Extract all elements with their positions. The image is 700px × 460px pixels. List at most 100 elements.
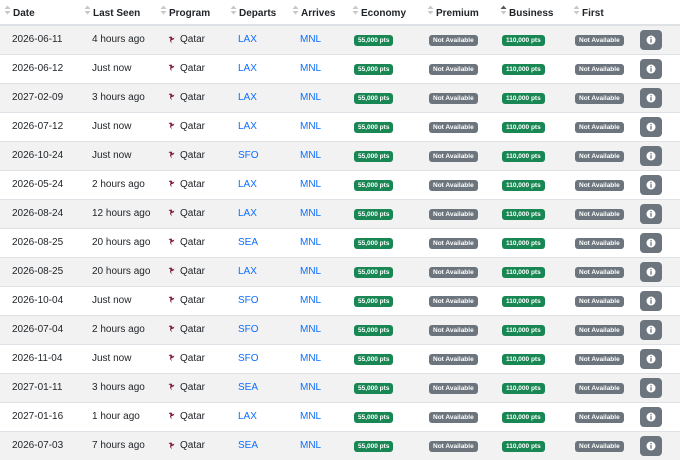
info-button[interactable]	[640, 145, 662, 166]
departs-cell: SFO	[226, 343, 288, 373]
table-row: 2026-08-24 12 hours ago Qatar LAX MNL 55…	[0, 198, 680, 228]
info-button[interactable]	[640, 116, 662, 137]
arrives-airport-link[interactable]: MNL	[300, 237, 321, 248]
premium-cell: Not Available	[423, 24, 496, 54]
business-cell: 110,000 pts	[496, 372, 569, 402]
info-button[interactable]	[640, 58, 662, 79]
departs-cell: LAX	[226, 24, 288, 54]
business-cell: 110,000 pts	[496, 314, 569, 344]
table-body: 2026-06-11 4 hours ago Qatar LAX MNL 55,…	[0, 24, 680, 460]
arrives-airport-link[interactable]: MNL	[300, 34, 321, 45]
column-header-departs[interactable]: Departs	[226, 0, 288, 26]
first-cell: Not Available	[569, 372, 640, 402]
column-header-label: Last Seen	[93, 7, 141, 19]
arrives-airport-link[interactable]: MNL	[300, 179, 321, 190]
program-cell: Qatar	[156, 53, 226, 83]
sort-icon	[292, 5, 299, 15]
sort-icon	[230, 5, 237, 15]
economy-badge: 55,000 pts	[354, 121, 394, 133]
date-cell: 2026-10-04	[0, 285, 80, 315]
last-seen-text: 3 hours ago	[92, 382, 145, 393]
info-button[interactable]	[640, 174, 662, 195]
premium-badge: Not Available	[429, 411, 478, 423]
business-badge: 110,000 pts	[502, 295, 545, 307]
premium-badge: Not Available	[429, 34, 478, 46]
info-button[interactable]	[640, 406, 662, 427]
column-header-business[interactable]: Business	[496, 0, 569, 26]
departs-airport-link[interactable]: SEA	[238, 382, 258, 393]
last-seen-cell: Just now	[80, 111, 156, 141]
first-badge: Not Available	[575, 34, 624, 46]
departs-airport-link[interactable]: LAX	[238, 92, 257, 103]
departs-airport-link[interactable]: SFO	[238, 324, 259, 335]
info-button[interactable]	[640, 319, 662, 340]
table-row: 2027-01-16 1 hour ago Qatar LAX MNL 55,0…	[0, 401, 680, 431]
date-cell: 2026-07-04	[0, 314, 80, 344]
info-button[interactable]	[640, 377, 662, 398]
departs-airport-link[interactable]: SFO	[238, 353, 259, 364]
departs-airport-link[interactable]: LAX	[238, 63, 257, 74]
actions-cell	[640, 169, 680, 199]
departs-airport-link[interactable]: LAX	[238, 411, 257, 422]
premium-cell: Not Available	[423, 343, 496, 373]
info-button[interactable]	[640, 348, 662, 369]
date-cell: 2027-02-09	[0, 82, 80, 112]
first-cell: Not Available	[569, 82, 640, 112]
column-header-first[interactable]: First	[569, 0, 640, 26]
departs-airport-link[interactable]: SEA	[238, 440, 258, 451]
arrives-airport-link[interactable]: MNL	[300, 324, 321, 335]
program-name: Qatar	[180, 208, 206, 219]
column-header-arrives[interactable]: Arrives	[288, 0, 348, 26]
program-cell: Qatar	[156, 314, 226, 344]
departs-airport-link[interactable]: LAX	[238, 266, 257, 277]
business-badge: 110,000 pts	[502, 440, 545, 452]
departs-cell: LAX	[226, 53, 288, 83]
date-cell: 2026-07-12	[0, 111, 80, 141]
arrives-airport-link[interactable]: MNL	[300, 150, 321, 161]
arrives-airport-link[interactable]: MNL	[300, 63, 321, 74]
arrives-airport-link[interactable]: MNL	[300, 440, 321, 451]
info-button[interactable]	[640, 203, 662, 224]
column-header-label: Date	[13, 7, 35, 19]
table-row: 2026-06-11 4 hours ago Qatar LAX MNL 55,…	[0, 24, 680, 54]
program-cell: Qatar	[156, 82, 226, 112]
arrives-airport-link[interactable]: MNL	[300, 411, 321, 422]
column-header-program[interactable]: Program	[156, 0, 226, 26]
departs-airport-link[interactable]: LAX	[238, 121, 257, 132]
arrives-airport-link[interactable]: MNL	[300, 121, 321, 132]
arrives-cell: MNL	[288, 53, 348, 83]
qatar-airways-logo-icon	[168, 36, 175, 44]
sort-icon	[352, 5, 359, 15]
premium-cell: Not Available	[423, 53, 496, 83]
last-seen-cell: 2 hours ago	[80, 169, 156, 199]
departs-airport-link[interactable]: SEA	[238, 237, 258, 248]
info-button[interactable]	[640, 87, 662, 108]
info-icon	[646, 93, 656, 102]
column-header-date[interactable]: Date	[0, 0, 80, 26]
departs-airport-link[interactable]: SFO	[238, 150, 259, 161]
info-button[interactable]	[640, 29, 662, 50]
arrives-airport-link[interactable]: MNL	[300, 266, 321, 277]
column-header-economy[interactable]: Economy	[348, 0, 423, 26]
departs-airport-link[interactable]: LAX	[238, 208, 257, 219]
last-seen-text: 7 hours ago	[92, 440, 145, 452]
date-text: 2026-06-11	[12, 34, 63, 46]
info-button[interactable]	[640, 290, 662, 311]
info-button[interactable]	[640, 435, 662, 456]
departs-cell: SEA	[226, 227, 288, 257]
info-button[interactable]	[640, 232, 662, 253]
departs-airport-link[interactable]: LAX	[238, 179, 257, 190]
departs-airport-link[interactable]: SFO	[238, 295, 259, 306]
departs-airport-link[interactable]: LAX	[238, 34, 257, 45]
arrives-airport-link[interactable]: MNL	[300, 295, 321, 306]
column-header-premium[interactable]: Premium	[423, 0, 496, 26]
arrives-airport-link[interactable]: MNL	[300, 92, 321, 103]
column-header-last-seen[interactable]: Last Seen	[80, 0, 156, 26]
date-cell: 2026-08-24	[0, 198, 80, 228]
info-button[interactable]	[640, 261, 662, 282]
arrives-airport-link[interactable]: MNL	[300, 382, 321, 393]
actions-cell	[640, 53, 680, 83]
arrives-airport-link[interactable]: MNL	[300, 208, 321, 219]
arrives-airport-link[interactable]: MNL	[300, 353, 321, 364]
table-row: 2026-05-24 2 hours ago Qatar LAX MNL 55,…	[0, 169, 680, 199]
